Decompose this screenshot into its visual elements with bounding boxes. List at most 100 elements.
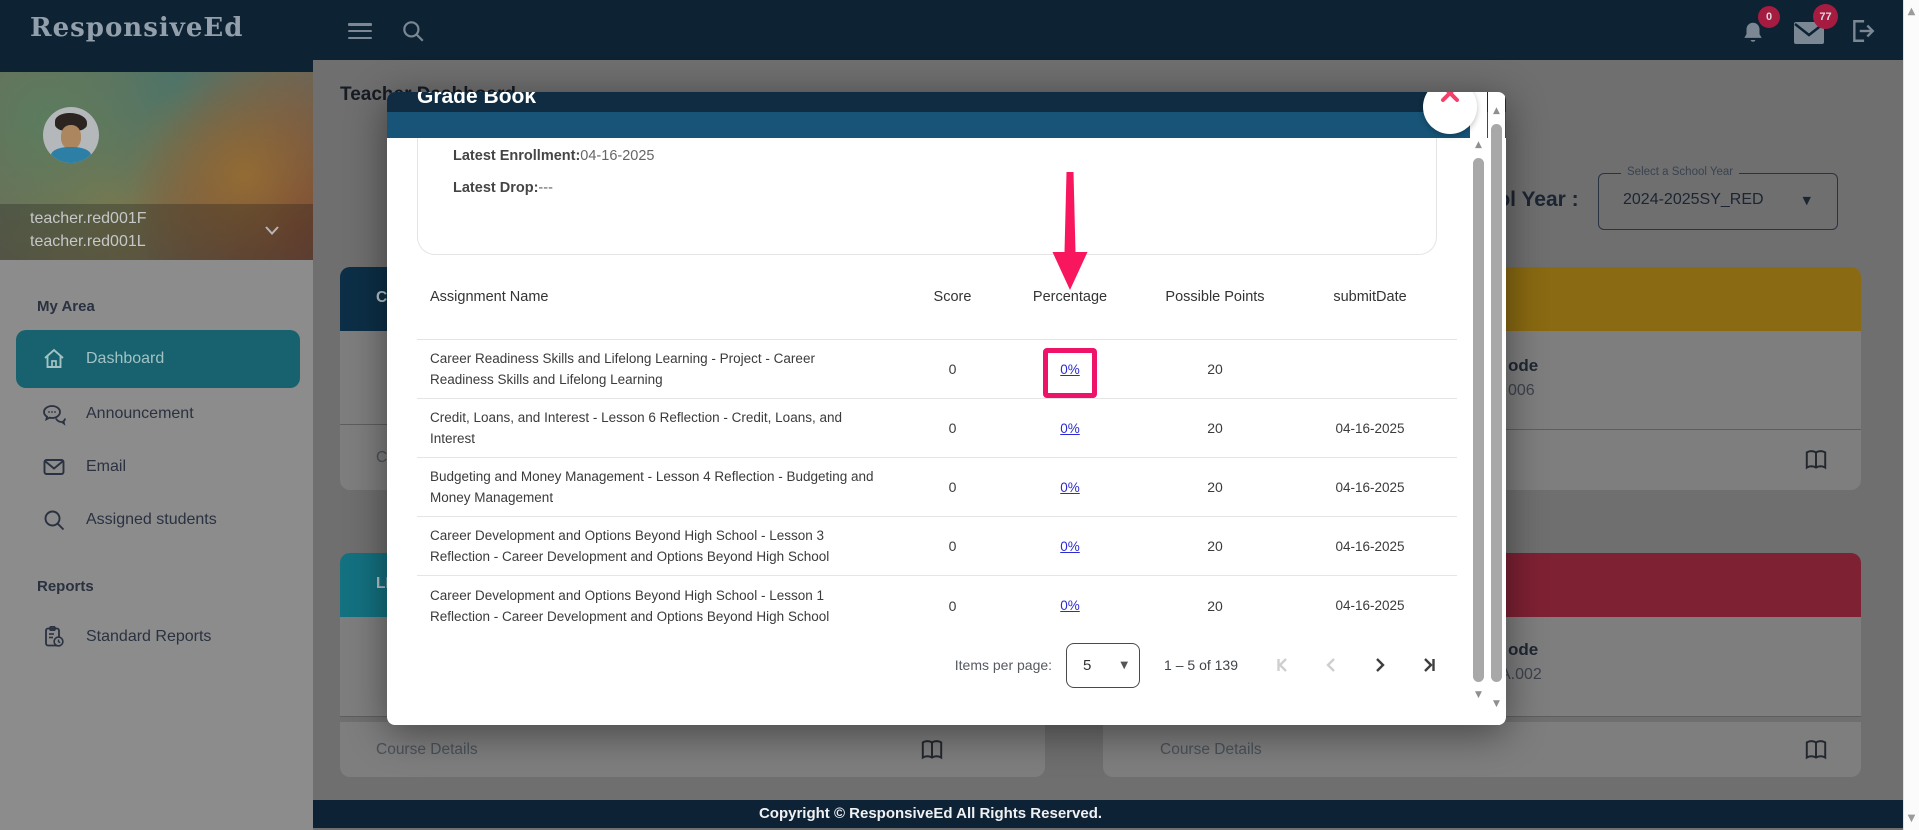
sidebar-item-label: Dashboard — [86, 350, 164, 368]
submit-date-value: 04-16-2025 — [1290, 421, 1450, 436]
search-icon[interactable] — [400, 18, 426, 44]
items-per-page-label: Items per page: — [955, 657, 1052, 673]
next-page-button[interactable] — [1368, 653, 1392, 677]
score-value: 0 — [905, 598, 1000, 614]
sidebar-item-assigned-students[interactable]: Assigned students — [16, 495, 300, 545]
assignments-table: Assignment Name Score Percentage Possibl… — [417, 255, 1457, 635]
sidebar-item-label: Assigned students — [86, 511, 217, 529]
grade-book-modal: Grade Book Latest Enrollment:04-16-2025 … — [387, 92, 1506, 725]
column-header-possible-points: Possible Points — [1140, 288, 1290, 306]
scrollbar-thumb[interactable] — [1491, 124, 1502, 682]
table-row: Career Development and Options Beyond Hi… — [417, 576, 1457, 635]
sidebar-item-label: Standard Reports — [86, 628, 211, 646]
table-row: Career Readiness Skills and Lifelong Lea… — [417, 340, 1457, 399]
chevron-down-icon: ▼ — [1803, 194, 1811, 207]
table-row: Career Development and Options Beyond Hi… — [417, 517, 1457, 576]
percentage-link[interactable]: 0% — [1060, 480, 1080, 495]
score-value: 0 — [905, 420, 1000, 436]
sidebar-item-standard-reports[interactable]: Standard Reports — [16, 612, 300, 662]
app-window: ResponsiveEd 0 77 teacher. — [0, 0, 1919, 830]
scroll-up-arrow[interactable]: ▲ — [1470, 140, 1487, 150]
latest-drop-value: --- — [538, 180, 553, 196]
envelope-icon — [42, 455, 66, 479]
course-details-label: Course Details — [376, 741, 478, 759]
sidebar-item-announcement[interactable]: Announcement — [16, 389, 300, 439]
school-year-select-value: 2024-2025SY_RED — [1623, 191, 1764, 209]
possible-points-value: 20 — [1140, 479, 1290, 495]
profile-name-first: teacher.red001F — [30, 210, 147, 228]
page-scrollbar[interactable]: ▲ ▼ — [1903, 0, 1919, 830]
profile-panel: teacher.red001F teacher.red001L — [0, 72, 313, 260]
modal-outer-scrollbar: ▲ ▼ — [1488, 92, 1505, 725]
clipboard-report-icon — [42, 625, 66, 649]
score-value: 0 — [905, 479, 1000, 495]
table-row: Budgeting and Money Management - Lesson … — [417, 458, 1457, 517]
last-page-button[interactable] — [1416, 653, 1440, 677]
possible-points-value: 20 — [1140, 420, 1290, 436]
annotation-highlight-box — [1043, 348, 1097, 398]
submit-date-value: 04-16-2025 — [1290, 539, 1450, 554]
course-details-label: Course Details — [1160, 741, 1262, 759]
pagination-bar: Items per page: 5 ▼ 1 – 5 of 139 — [417, 635, 1440, 695]
sidebar-section-reports: Reports — [37, 578, 94, 595]
page-size-value: 5 — [1083, 657, 1091, 674]
enrollment-info-panel: Latest Enrollment:04-16-2025 Latest Drop… — [417, 138, 1437, 255]
course-code-value-fragment: 006 — [1508, 382, 1535, 400]
assignment-name: Credit, Loans, and Interest - Lesson 6 R… — [417, 407, 905, 449]
school-year-select-label: Select a School Year — [1621, 166, 1739, 178]
sidebar-item-dashboard[interactable]: Dashboard — [16, 330, 300, 388]
book-icon[interactable] — [1803, 737, 1829, 763]
submit-date-value: 04-16-2025 — [1290, 480, 1450, 495]
assignment-name: Career Development and Options Beyond Hi… — [417, 525, 905, 567]
modal-inner-scrollbar: ▲ ▼ — [1470, 92, 1487, 725]
close-icon — [1440, 92, 1460, 103]
pagination-range: 1 – 5 of 139 — [1164, 657, 1238, 673]
table-header-row: Assignment Name Score Percentage Possibl… — [417, 255, 1457, 340]
assignment-name: Budgeting and Money Management - Lesson … — [417, 466, 905, 508]
logout-icon[interactable] — [1850, 18, 1876, 44]
column-header-submitdate: submitDate — [1290, 288, 1450, 306]
chevron-down-icon[interactable] — [265, 226, 279, 235]
latest-enrollment-value: 04-16-2025 — [580, 148, 654, 164]
book-icon[interactable] — [919, 737, 945, 763]
latest-enrollment-row: Latest Enrollment:04-16-2025 — [453, 148, 654, 164]
modal-header-band — [387, 112, 1506, 138]
possible-points-value: 20 — [1140, 538, 1290, 554]
book-icon[interactable] — [1803, 447, 1829, 473]
latest-drop-label: Latest Drop: — [453, 180, 538, 196]
percentage-link[interactable]: 0% — [1060, 598, 1080, 613]
scrollbar-thumb[interactable] — [1473, 158, 1484, 682]
home-icon — [42, 347, 66, 371]
percentage-link[interactable]: 0% — [1060, 421, 1080, 436]
percentage-link[interactable]: 0% — [1060, 539, 1080, 554]
latest-enrollment-label: Latest Enrollment: — [453, 148, 580, 164]
first-page-button[interactable] — [1272, 653, 1296, 677]
magnifier-icon — [42, 508, 66, 532]
course-details-bar[interactable]: Course Details — [340, 722, 1045, 777]
modal-header-strip — [387, 92, 1506, 112]
sidebar-item-label: Announcement — [86, 405, 194, 423]
sidebar-item-email[interactable]: Email — [16, 442, 300, 492]
previous-page-button[interactable] — [1320, 653, 1344, 677]
assignment-name: Career Development and Options Beyond Hi… — [417, 585, 905, 627]
page-size-select[interactable]: 5 ▼ — [1066, 643, 1140, 688]
menu-toggle-icon[interactable] — [348, 23, 372, 39]
app-logo: ResponsiveEd — [30, 13, 243, 43]
course-code-value-fragment: A.002 — [1500, 666, 1542, 684]
chat-bubbles-icon — [42, 402, 66, 426]
sidebar: teacher.red001F teacher.red001L My Area … — [0, 60, 313, 830]
scroll-up-arrow[interactable]: ▲ — [1904, 6, 1919, 17]
column-header-assignment-name: Assignment Name — [417, 288, 905, 306]
scroll-down-arrow[interactable]: ▼ — [1488, 699, 1505, 709]
scroll-down-arrow[interactable]: ▼ — [1470, 690, 1487, 700]
scroll-down-arrow[interactable]: ▼ — [1904, 813, 1919, 824]
possible-points-value: 20 — [1140, 598, 1290, 614]
profile-name-strip[interactable]: teacher.red001F teacher.red001L — [0, 204, 313, 260]
annotation-arrow-down — [1042, 170, 1098, 292]
assignment-name: Career Readiness Skills and Lifelong Lea… — [417, 348, 905, 390]
course-details-bar[interactable]: Course Details — [1103, 722, 1861, 777]
school-year-select[interactable]: Select a School Year 2024-2025SY_RED ▼ — [1598, 173, 1838, 230]
score-value: 0 — [905, 361, 1000, 377]
scroll-up-arrow[interactable]: ▲ — [1488, 106, 1505, 116]
possible-points-value: 20 — [1140, 361, 1290, 377]
